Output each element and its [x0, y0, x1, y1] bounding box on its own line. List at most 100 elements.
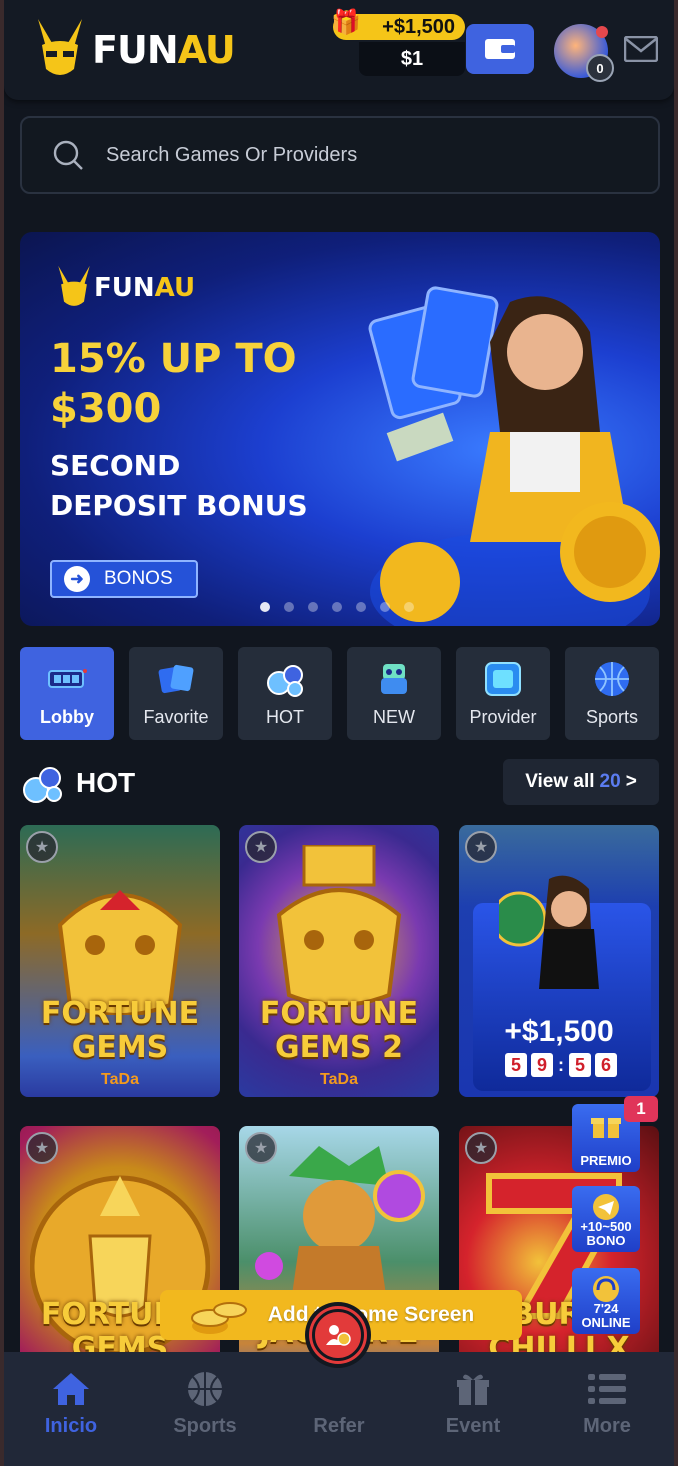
bottom-navigation: Inicio Sports Refer Event More: [4, 1352, 674, 1466]
online-label: 7'24 ONLINE: [572, 1302, 640, 1330]
carousel-dot[interactable]: [284, 602, 294, 612]
basketball-icon: [183, 1369, 227, 1409]
favorite-star-icon[interactable]: ★: [26, 831, 58, 863]
countdown-timer: 5 9 : 5 6: [505, 1053, 617, 1077]
tab-sports[interactable]: Sports: [565, 647, 659, 740]
carousel-dot[interactable]: [356, 602, 366, 612]
game-title-line1: FORTUNE: [259, 996, 419, 1031]
bono-line1: +10~500: [580, 1219, 632, 1234]
timer-digit: 5: [505, 1053, 527, 1077]
balance-widget[interactable]: 🎁 +$1,500 $1: [331, 9, 465, 76]
view-all-label: View all: [525, 771, 595, 792]
bonus-pill[interactable]: 🎁 +$1,500: [331, 9, 465, 40]
golden-mask-art: [276, 845, 402, 1007]
online-line2: ONLINE: [581, 1315, 631, 1330]
banner-logo-au: AU: [154, 273, 196, 303]
game-title-line1: FORTUNE: [40, 996, 200, 1031]
vip-badge: 0: [586, 54, 614, 82]
provider-brand: TaDa: [320, 1071, 358, 1088]
view-all-arrow: >: [625, 771, 637, 792]
nav-label: Inicio: [44, 1415, 98, 1437]
tab-label: Provider: [469, 707, 537, 727]
tab-hot[interactable]: HOT: [238, 647, 332, 740]
slot-machine-icon: [47, 661, 87, 697]
menu-list-icon: [585, 1369, 629, 1409]
bonos-button-label: BONOS: [104, 568, 173, 589]
hot-section-title: HOT: [20, 760, 135, 806]
wallet-button[interactable]: [466, 24, 534, 74]
online-support-button[interactable]: 7'24 ONLINE: [572, 1268, 640, 1334]
timer-digit: 6: [595, 1053, 617, 1077]
mail-icon[interactable]: [624, 36, 658, 62]
nav-label: More: [583, 1415, 631, 1437]
carousel-dot[interactable]: [308, 602, 318, 612]
carousel-dots: [260, 602, 414, 612]
carousel-dot[interactable]: [380, 602, 390, 612]
provider-grid-icon: [483, 661, 523, 697]
bono-line2: BONO: [586, 1233, 626, 1248]
logo-text-au: AU: [177, 28, 236, 72]
bonus-amount: +$1,500: [504, 1015, 614, 1048]
game-card-live-bonus[interactable]: ★ +$1,500 5 9 : 5 6: [459, 825, 659, 1097]
carousel-dot[interactable]: [332, 602, 342, 612]
banner-headline-line1: 15% UP TO: [50, 336, 297, 382]
tab-provider[interactable]: Provider: [456, 647, 550, 740]
dealer-art: [499, 875, 599, 989]
nav-more[interactable]: More: [540, 1352, 674, 1466]
bonus-amount: +$1,500: [382, 15, 455, 38]
basketball-icon: [592, 661, 632, 697]
chips-icon: [265, 661, 305, 697]
bonos-button[interactable]: ➜ BONOS: [50, 560, 198, 598]
tab-label: Sports: [585, 707, 639, 727]
online-line1: 7'24: [593, 1301, 619, 1316]
banner-headline-line2: $300: [50, 386, 162, 432]
premio-badge: 1: [624, 1096, 658, 1122]
banner-sub-line1: SECOND: [50, 449, 181, 482]
home-icon: [49, 1369, 93, 1409]
refer-button[interactable]: [305, 1302, 371, 1368]
hot-title-text: HOT: [76, 767, 136, 798]
game-card-fortune-gems[interactable]: ★ FORTUNE GEMS TaDa: [20, 825, 220, 1097]
view-all-count: 20: [599, 771, 621, 792]
tab-label: Lobby: [40, 707, 94, 727]
search-input[interactable]: [106, 143, 626, 167]
carousel-dot[interactable]: [404, 602, 414, 612]
nav-event[interactable]: Event: [406, 1352, 540, 1466]
provider-brand: TaDa: [101, 1071, 139, 1088]
chips-icon: [23, 767, 62, 803]
nav-sports[interactable]: Sports: [138, 1352, 272, 1466]
robot-icon: [374, 661, 414, 697]
search-bar[interactable]: [20, 116, 660, 194]
gift-icon: [451, 1369, 495, 1409]
tab-new[interactable]: NEW: [347, 647, 441, 740]
carousel-dot[interactable]: [260, 602, 270, 612]
cards-icon: [156, 661, 196, 697]
favorite-star-icon[interactable]: ★: [26, 1132, 58, 1164]
nav-label: Sports: [173, 1415, 237, 1437]
wallet-icon: [485, 39, 515, 59]
nav-inicio[interactable]: Inicio: [4, 1352, 138, 1466]
view-all-button[interactable]: View all 20 >: [503, 759, 659, 805]
game-title-line2: GEMS 2: [275, 1030, 403, 1065]
banner-headline: 15% UP TO $300: [50, 334, 297, 434]
nav-refer[interactable]: Refer: [272, 1352, 406, 1466]
logo-text-fun: FUN: [92, 28, 179, 72]
bono-label: +10~500 BONO: [572, 1220, 640, 1248]
tab-favorite[interactable]: Favorite: [129, 647, 223, 740]
promo-banner[interactable]: FUN AU 15% UP TO $300 SECOND DEPOSIT BONU…: [20, 232, 660, 626]
balance-amount: $1: [359, 42, 465, 76]
category-tabs: Lobby Favorite HOT NEW Provider Sports: [20, 647, 660, 740]
avatar[interactable]: 0: [554, 24, 614, 82]
add-to-home-label: Add to Home Screen: [267, 1303, 475, 1326]
bono-button[interactable]: +10~500 BONO: [572, 1186, 640, 1252]
favorite-star-icon[interactable]: ★: [465, 1132, 497, 1164]
refer-icon: [312, 1309, 364, 1361]
coins-icon: [191, 1302, 247, 1334]
favorite-star-icon[interactable]: ★: [245, 1132, 277, 1164]
tab-lobby[interactable]: Lobby: [20, 647, 114, 740]
favorite-star-icon[interactable]: ★: [465, 831, 497, 863]
timer-digit: 5: [569, 1053, 591, 1077]
favorite-star-icon[interactable]: ★: [245, 831, 277, 863]
funau-logo[interactable]: FUNAU: [32, 14, 236, 86]
game-card-fortune-gems-2[interactable]: ★ FORTUNE GEMS 2 TaDa: [239, 825, 439, 1097]
